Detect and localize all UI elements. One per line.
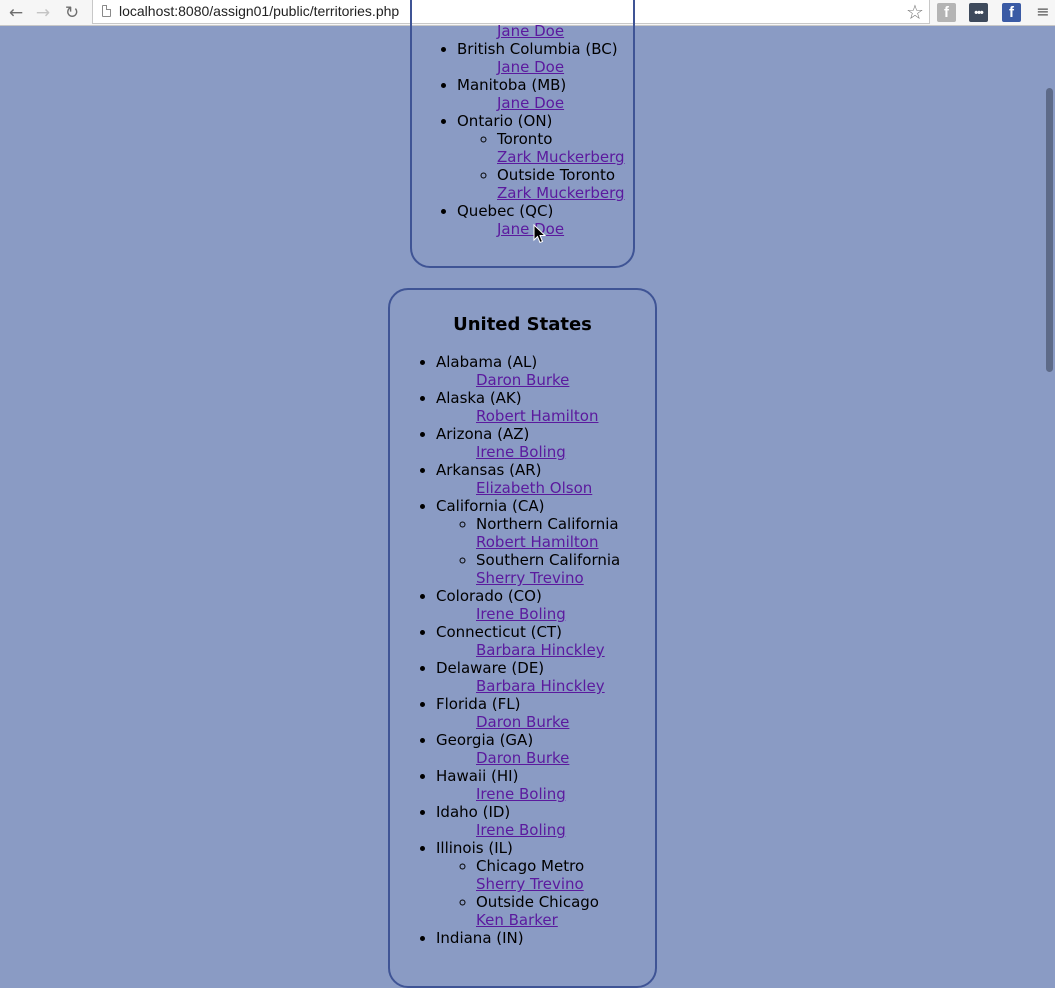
- scrollbar-thumb[interactable]: [1046, 88, 1053, 372]
- region-item: Colorado (CO)Irene Boling: [436, 587, 655, 623]
- subregion-item: Toronto Zark Muckerberg: [497, 130, 633, 166]
- forward-icon[interactable]: →: [33, 3, 53, 23]
- region-name: Quebec (QC): [457, 202, 554, 220]
- rep-link[interactable]: Sherry Trevino: [476, 569, 655, 587]
- region-name: Alabama (AL): [436, 353, 538, 371]
- region-item: Indiana (IN): [436, 929, 655, 947]
- subregion-name: Northern California: [476, 515, 619, 533]
- rep-link[interactable]: Daron Burke: [436, 749, 655, 767]
- us-region-list: Alabama (AL)Daron Burke Alaska (AK)Rober…: [390, 353, 655, 947]
- subregion-item: Outside ChicagoKen Barker: [476, 893, 655, 929]
- region-item: Jane Doe: [457, 22, 633, 40]
- region-item: Arizona (AZ)Irene Boling: [436, 425, 655, 461]
- canada-territory-box: Jane Doe British Columbia (BC) Jane Doe …: [410, 0, 635, 268]
- rep-link[interactable]: Zark Muckerberg: [497, 148, 633, 166]
- rep-link[interactable]: Daron Burke: [436, 713, 655, 731]
- region-item: Hawaii (HI)Irene Boling: [436, 767, 655, 803]
- region-name: British Columbia (BC): [457, 40, 618, 58]
- subregion-item: Chicago MetroSherry Trevino: [476, 857, 655, 893]
- region-item: Delaware (DE)Barbara Hinckley: [436, 659, 655, 695]
- menu-icon[interactable]: ≡: [1035, 4, 1051, 20]
- rep-link[interactable]: Daron Burke: [436, 371, 655, 389]
- region-name: Illinois (IL): [436, 839, 513, 857]
- bookmark-star-icon[interactable]: ☆: [904, 0, 926, 24]
- region-item: Ontario (ON) Toronto Zark Muckerberg Out…: [457, 112, 633, 202]
- region-item: British Columbia (BC) Jane Doe: [457, 40, 633, 76]
- mouse-cursor-icon: [533, 224, 547, 244]
- region-name: Colorado (CO): [436, 587, 542, 605]
- region-name: Idaho (ID): [436, 803, 511, 821]
- facebook-gray-extension-icon[interactable]: f: [937, 3, 956, 22]
- subregion-name: Southern California: [476, 551, 621, 569]
- region-item: Georgia (GA)Daron Burke: [436, 731, 655, 767]
- canada-region-list: Jane Doe British Columbia (BC) Jane Doe …: [412, 0, 633, 238]
- region-item: Connecticut (CT)Barbara Hinckley: [436, 623, 655, 659]
- rep-link[interactable]: Barbara Hinckley: [436, 677, 655, 695]
- box-title: United States: [453, 314, 592, 335]
- rep-link[interactable]: Jane Doe: [457, 58, 633, 76]
- region-item: Florida (FL)Daron Burke: [436, 695, 655, 731]
- subregion-item: Outside Toronto Zark Muckerberg: [497, 166, 633, 202]
- page-scrollbar[interactable]: [1045, 26, 1055, 934]
- rep-link[interactable]: Zark Muckerberg: [497, 184, 633, 202]
- page-icon: [102, 5, 111, 17]
- rep-link[interactable]: Ken Barker: [476, 911, 655, 929]
- subregion-list: Chicago MetroSherry Trevino Outside Chic…: [436, 857, 655, 929]
- region-name: Alaska (AK): [436, 389, 522, 407]
- region-item: California (CA) Northern CaliforniaRober…: [436, 497, 655, 587]
- subregion-name: Toronto: [497, 130, 553, 148]
- region-name: Indiana (IN): [436, 929, 524, 947]
- region-name: Arizona (AZ): [436, 425, 530, 443]
- region-item: Manitoba (MB) Jane Doe: [457, 76, 633, 112]
- rep-link[interactable]: Irene Boling: [436, 443, 655, 461]
- dots-extension-icon[interactable]: •••: [969, 3, 988, 22]
- subregion-name: Outside Toronto: [497, 166, 616, 184]
- rep-link[interactable]: Robert Hamilton: [436, 407, 655, 425]
- region-item: Arkansas (AR)Elizabeth Olson: [436, 461, 655, 497]
- subregion-name: Outside Chicago: [476, 893, 599, 911]
- rep-link[interactable]: Robert Hamilton: [476, 533, 655, 551]
- region-name: California (CA): [436, 497, 545, 515]
- region-name: Manitoba (MB): [457, 76, 567, 94]
- subregion-item: Northern CaliforniaRobert Hamilton: [476, 515, 655, 551]
- subregion-list: Toronto Zark Muckerberg Outside Toronto …: [457, 130, 633, 202]
- rep-link[interactable]: Barbara Hinckley: [436, 641, 655, 659]
- rep-link[interactable]: Irene Boling: [436, 605, 655, 623]
- united-states-territory-box: United States Alabama (AL)Daron Burke Al…: [388, 288, 657, 988]
- region-item: Alaska (AK)Robert Hamilton: [436, 389, 655, 425]
- region-item: Alabama (AL)Daron Burke: [436, 353, 655, 389]
- back-icon[interactable]: ←: [6, 3, 26, 23]
- region-name: Ontario (ON): [457, 112, 553, 130]
- region-item: Idaho (ID)Irene Boling: [436, 803, 655, 839]
- subregion-list: Northern CaliforniaRobert Hamilton South…: [436, 515, 655, 587]
- region-name: Arkansas (AR): [436, 461, 542, 479]
- region-name: Connecticut (CT): [436, 623, 562, 641]
- region-item: Illinois (IL) Chicago MetroSherry Trevin…: [436, 839, 655, 929]
- region-name: Delaware (DE): [436, 659, 545, 677]
- region-name: Florida (FL): [436, 695, 521, 713]
- rep-link[interactable]: Jane Doe: [457, 94, 633, 112]
- rep-link[interactable]: Sherry Trevino: [476, 875, 655, 893]
- reload-icon[interactable]: ↻: [62, 3, 82, 23]
- rep-link[interactable]: Jane Doe: [457, 22, 633, 40]
- subregion-item: Southern CaliforniaSherry Trevino: [476, 551, 655, 587]
- rep-link[interactable]: Elizabeth Olson: [436, 479, 655, 497]
- facebook-blue-extension-icon[interactable]: f: [1002, 3, 1021, 22]
- url-text[interactable]: localhost:8080/assign01/public/territori…: [119, 3, 399, 19]
- rep-link[interactable]: Irene Boling: [436, 785, 655, 803]
- region-name: Hawaii (HI): [436, 767, 519, 785]
- region-name: Georgia (GA): [436, 731, 534, 749]
- subregion-name: Chicago Metro: [476, 857, 585, 875]
- rep-link[interactable]: Irene Boling: [436, 821, 655, 839]
